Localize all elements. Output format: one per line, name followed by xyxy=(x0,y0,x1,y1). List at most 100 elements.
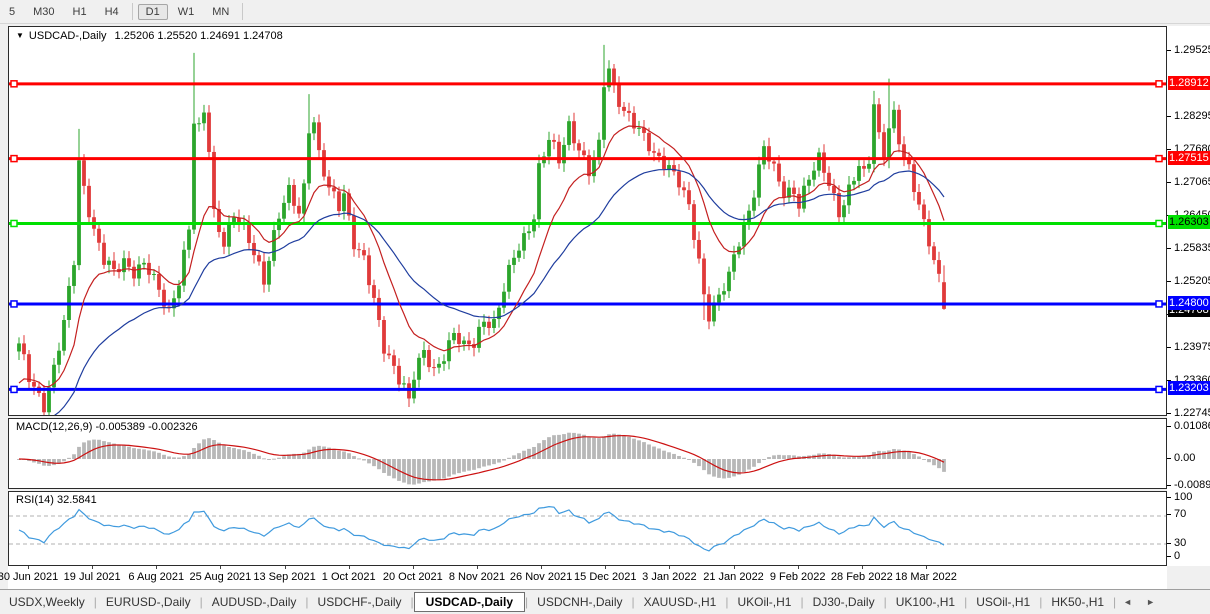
main-price-chart-panel[interactable]: ▼ USDCAD-,Daily 1.25206 1.25520 1.24691 1.… xyxy=(8,26,1167,416)
level-price-badge: 1.23203 xyxy=(1168,381,1210,395)
timeframe-button-d1[interactable]: D1 xyxy=(138,4,168,20)
date-tick-mark xyxy=(285,566,286,569)
date-tick-label: 3 Jan 2022 xyxy=(642,571,696,583)
chart-tab-eurusd-daily[interactable]: EURUSD-,Daily xyxy=(97,592,200,612)
price-tick-label: 1.28295 xyxy=(1174,110,1210,122)
rsi-indicator-panel[interactable]: RSI(14) 32.5841 xyxy=(8,491,1167,566)
chart-tab-usoil-h1[interactable]: USOil-,H1 xyxy=(967,592,1039,612)
date-tick-mark xyxy=(156,566,157,569)
date-tick-mark xyxy=(734,566,735,569)
date-tick-mark xyxy=(798,566,799,569)
price-tick-label: 1.23975 xyxy=(1174,341,1210,353)
price-axis: 1.295251.282951.276801.270651.264501.258… xyxy=(1167,26,1210,566)
date-tick-mark xyxy=(669,566,670,569)
level-price-badge: 1.26303 xyxy=(1168,215,1210,229)
macd-tick-mark xyxy=(1167,426,1171,427)
date-tick-mark xyxy=(477,566,478,569)
rsi-name: RSI(14) xyxy=(16,494,54,506)
date-tick-label: 25 Aug 2021 xyxy=(190,571,252,583)
date-tick-label: 18 Mar 2022 xyxy=(895,571,957,583)
price-tick-label: 1.27065 xyxy=(1174,176,1210,188)
date-tick-mark xyxy=(413,566,414,569)
rsi-tick-label: 100 xyxy=(1174,491,1192,503)
date-tick-label: 13 Sep 2021 xyxy=(253,571,315,583)
symbol-dropdown-icon[interactable]: ▼ xyxy=(16,31,24,40)
chart-tab-audusd-daily[interactable]: AUDUSD-,Daily xyxy=(203,592,306,612)
date-tick-mark xyxy=(605,566,606,569)
rsi-tick-mark xyxy=(1167,514,1171,515)
timeframe-button-5[interactable]: 5 xyxy=(1,4,23,20)
date-tick-mark xyxy=(926,566,927,569)
date-tick-mark xyxy=(541,566,542,569)
price-tick-label: 1.22745 xyxy=(1174,407,1210,419)
rsi-tick-label: 0 xyxy=(1174,550,1180,562)
date-tick-mark xyxy=(92,566,93,569)
candlestick-chart[interactable] xyxy=(9,27,1166,415)
price-tick-label: 1.25835 xyxy=(1174,242,1210,254)
chart-title: ▼ USDCAD-,Daily 1.25206 1.25520 1.24691 1.… xyxy=(16,30,283,42)
toolbar-separator xyxy=(242,3,243,20)
rsi-tick-mark xyxy=(1167,497,1171,498)
macd-tick-mark xyxy=(1167,485,1171,486)
level-price-badge: 1.28912 xyxy=(1168,76,1210,90)
price-tick-mark xyxy=(1167,50,1171,51)
price-tick-mark xyxy=(1167,248,1171,249)
chart-tab-xauusd-h1[interactable]: XAUUSD-,H1 xyxy=(635,592,726,612)
price-tick-mark xyxy=(1167,182,1171,183)
tab-scroll-left-icon[interactable]: ◄ xyxy=(1116,597,1139,607)
date-tick-label: 1 Oct 2021 xyxy=(322,571,376,583)
timeframe-button-m30[interactable]: M30 xyxy=(25,4,62,20)
chart-symbol-label: USDCAD-,Daily xyxy=(29,30,107,42)
date-tick-mark xyxy=(862,566,863,569)
rsi-tick-label: 30 xyxy=(1174,537,1186,549)
timeframe-button-mn[interactable]: MN xyxy=(204,4,237,20)
macd-tick-mark xyxy=(1167,458,1171,459)
date-tick-label: 20 Oct 2021 xyxy=(383,571,443,583)
date-axis: 30 Jun 202119 Jul 20216 Aug 202125 Aug 2… xyxy=(8,566,1167,589)
chart-tab-usdchf-daily[interactable]: USDCHF-,Daily xyxy=(309,592,411,612)
toolbar-separator xyxy=(132,3,133,20)
timeframe-toolbar: 5M30H1H4 D1W1MN xyxy=(0,0,1210,24)
date-tick-mark xyxy=(28,566,29,569)
chart-tab-ukoil-h1[interactable]: UKOil-,H1 xyxy=(728,592,800,612)
rsi-tick-mark xyxy=(1167,556,1171,557)
timeframe-button-h1[interactable]: H1 xyxy=(65,4,95,20)
date-tick-label: 28 Feb 2022 xyxy=(831,571,893,583)
price-tick-mark xyxy=(1167,116,1171,117)
level-price-badge: 1.27515 xyxy=(1168,151,1210,165)
date-tick-label: 21 Jan 2022 xyxy=(703,571,764,583)
date-tick-label: 8 Nov 2021 xyxy=(449,571,505,583)
chart-tab-usdx-weekly[interactable]: USDX,Weekly xyxy=(0,592,94,612)
date-tick-mark xyxy=(220,566,221,569)
macd-tick-label: -0.008974 xyxy=(1174,479,1210,491)
macd-indicator-panel[interactable]: MACD(12,26,9) -0.005389 -0.002326 xyxy=(8,418,1167,489)
chart-tab-dj30-daily[interactable]: DJ30-,Daily xyxy=(804,592,884,612)
chart-tab-bar: USDX,Weekly|EURUSD-,Daily|AUDUSD-,Daily|… xyxy=(0,589,1210,614)
price-tick-mark xyxy=(1167,347,1171,348)
price-tick-label: 1.29525 xyxy=(1174,44,1210,56)
rsi-label: RSI(14) 32.5841 xyxy=(16,494,97,506)
chart-ohlc-values: 1.25206 1.25520 1.24691 1.24708 xyxy=(115,30,283,42)
date-tick-label: 9 Feb 2022 xyxy=(770,571,826,583)
date-tick-label: 26 Nov 2021 xyxy=(510,571,572,583)
macd-tick-label: 0.010869 xyxy=(1174,420,1210,432)
timeframe-button-w1[interactable]: W1 xyxy=(170,4,203,20)
rsi-tick-label: 70 xyxy=(1174,508,1186,520)
date-tick-label: 19 Jul 2021 xyxy=(64,571,121,583)
tab-scroll-right-icon[interactable]: ► xyxy=(1139,597,1162,607)
chart-tab-usdcad-daily[interactable]: USDCAD-,Daily xyxy=(414,592,525,612)
price-tick-mark xyxy=(1167,281,1171,282)
macd-label: MACD(12,26,9) -0.005389 -0.002326 xyxy=(16,421,198,433)
price-tick-label: 1.25205 xyxy=(1174,275,1210,287)
date-tick-mark xyxy=(349,566,350,569)
date-tick-label: 15 Dec 2021 xyxy=(574,571,636,583)
chart-tab-uk100-h1[interactable]: UK100-,H1 xyxy=(887,592,964,612)
macd-values: -0.005389 -0.002326 xyxy=(95,421,197,433)
chart-tab-hk50-h1[interactable]: HK50-,H1 xyxy=(1042,592,1113,612)
rsi-tick-mark xyxy=(1167,543,1171,544)
macd-tick-label: 0.00 xyxy=(1174,452,1195,464)
rsi-chart[interactable] xyxy=(9,492,1166,565)
trading-terminal: 5M30H1H4 D1W1MN ▼ USDCAD-,Daily 1.25206 1.2… xyxy=(0,0,1210,613)
timeframe-button-h4[interactable]: H4 xyxy=(97,4,127,20)
chart-tab-usdcnh-daily[interactable]: USDCNH-,Daily xyxy=(528,592,631,612)
